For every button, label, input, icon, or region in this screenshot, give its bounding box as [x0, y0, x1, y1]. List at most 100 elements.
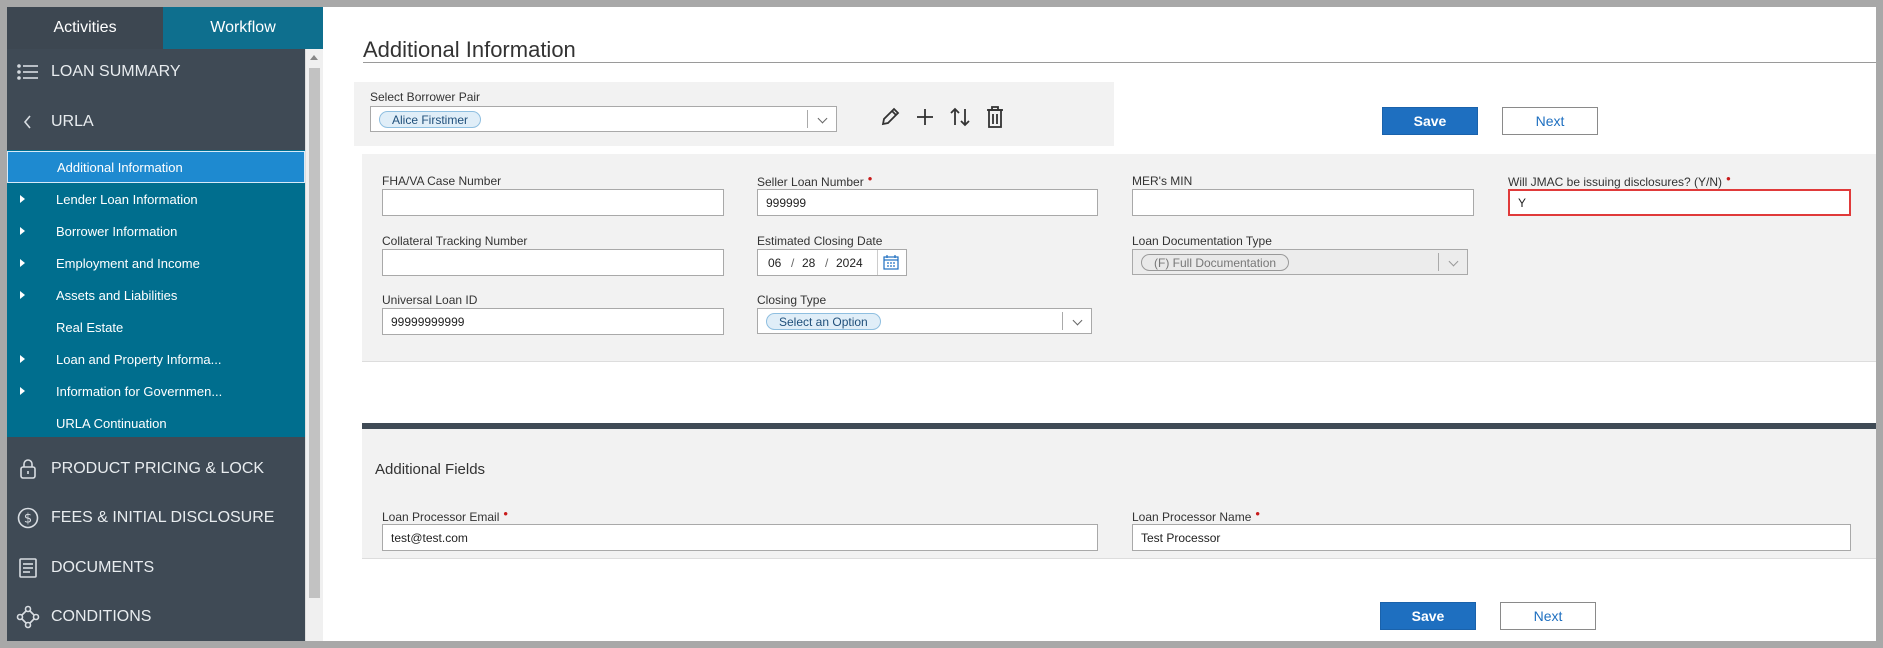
processor-name-input[interactable]: Test Processor [1132, 524, 1851, 551]
sidebar: Activities Workflow LOAN SUMMARY URLA Ad… [7, 7, 323, 641]
sidebar-item-label: Additional Information [57, 159, 183, 175]
chevron-down-icon [817, 113, 828, 124]
select-divider [807, 110, 808, 128]
doc-type-label: Loan Documentation Type [1132, 234, 1272, 248]
sidebar-section-label: LOAN SUMMARY [51, 63, 181, 80]
sidebar-item-loan-and-property-information[interactable]: Loan and Property Informa... [7, 343, 305, 375]
fha-case-label: FHA/VA Case Number [382, 174, 502, 188]
tab-workflow[interactable]: Workflow [163, 7, 323, 49]
sidebar-section-loan-summary[interactable]: LOAN SUMMARY [7, 57, 305, 87]
sidebar-item-label: Borrower Information [56, 223, 178, 239]
caret-right-icon [20, 291, 25, 299]
next-button-bottom[interactable]: Next [1500, 602, 1596, 630]
jmac-disclosures-label: Will JMAC be issuing disclosures? (Y/N) • [1508, 171, 1731, 189]
date-year[interactable]: 2024 [836, 256, 863, 270]
closing-date-input[interactable]: 06 / 28 / 2024 [757, 249, 907, 276]
caret-right-icon [20, 227, 25, 235]
collateral-label: Collateral Tracking Number [382, 234, 528, 248]
sidebar-item-borrower-information[interactable]: Borrower Information [7, 215, 305, 247]
caret-right-icon [20, 195, 25, 203]
sort-arrows-icon[interactable] [947, 104, 973, 130]
closing-type-chip: Select an Option [766, 313, 881, 330]
sidebar-section-conditions[interactable]: CONDITIONS [7, 602, 305, 632]
sidebar-scrollbar[interactable] [305, 49, 323, 641]
page-title: Additional Information [363, 37, 576, 62]
loan-info-form: FHA/VA Case Number Seller Loan Number • 9… [362, 154, 1876, 362]
caret-right-icon [20, 355, 25, 363]
select-divider [1062, 312, 1063, 330]
additional-fields-title: Additional Fields [375, 461, 486, 478]
sidebar-item-label: Lender Loan Information [56, 191, 198, 207]
seller-loan-label: Seller Loan Number • [757, 171, 873, 189]
closing-type-select[interactable]: Select an Option [757, 308, 1092, 334]
date-divider [877, 250, 878, 275]
borrower-pair-chip: Alice Firstimer [379, 111, 482, 128]
borrower-pair-label: Select Borrower Pair [370, 90, 481, 104]
scroll-up-arrow-icon[interactable] [310, 55, 318, 60]
sidebar-section-fees[interactable]: $ FEES & INITIAL DISCLOSURE [7, 503, 305, 533]
sidebar-section-label: DOCUMENTS [51, 559, 155, 576]
caret-right-icon [20, 387, 25, 395]
sidebar-section-label: CONDITIONS [51, 608, 152, 625]
tab-activities[interactable]: Activities [7, 7, 163, 49]
seller-loan-input[interactable]: 999999 [757, 189, 1098, 216]
save-button-top[interactable]: Save [1382, 107, 1478, 135]
delete-trash-icon[interactable] [982, 104, 1008, 130]
sidebar-item-label: Loan and Property Informa... [56, 351, 222, 367]
document-icon [15, 555, 41, 581]
sidebar-item-additional-information[interactable]: Additional Information [7, 151, 305, 183]
sidebar-item-real-estate[interactable]: Real Estate [7, 311, 305, 343]
save-button-bottom[interactable]: Save [1380, 602, 1476, 630]
calendar-icon[interactable] [883, 255, 899, 273]
title-divider [363, 62, 1876, 63]
sidebar-item-label: Information for Governmen... [56, 383, 223, 399]
fha-case-input[interactable] [382, 189, 724, 216]
uli-input[interactable]: 99999999999 [382, 308, 724, 335]
date-month[interactable]: 06 [768, 256, 781, 270]
caret-right-icon [20, 259, 25, 267]
dollar-icon: $ [15, 505, 41, 531]
jmac-disclosures-input[interactable]: Y [1508, 189, 1851, 216]
date-separator: / [825, 256, 829, 270]
sidebar-item-label: Employment and Income [56, 255, 200, 271]
sidebar-item-employment-and-income[interactable]: Employment and Income [7, 247, 305, 279]
doc-type-chip: (F) Full Documentation [1141, 254, 1290, 271]
additional-fields-panel: Additional Fields Loan Processor Email • … [362, 429, 1876, 559]
main-content: Additional Information Select Borrower P… [323, 7, 1876, 641]
conditions-icon [15, 604, 41, 630]
mers-min-input[interactable] [1132, 189, 1474, 216]
processor-email-input[interactable]: test@test.com [382, 524, 1098, 551]
select-divider [1438, 253, 1439, 271]
borrower-pair-select[interactable]: Alice Firstimer [370, 106, 837, 132]
app-window: Activities Workflow LOAN SUMMARY URLA Ad… [7, 7, 1876, 641]
chevron-left-icon [15, 109, 41, 135]
sidebar-item-label: Assets and Liabilities [56, 287, 178, 303]
sidebar-section-urla[interactable]: URLA [7, 107, 305, 137]
sidebar-item-urla-continuation[interactable]: URLA Continuation [7, 407, 305, 439]
next-button-top[interactable]: Next [1502, 107, 1598, 135]
svg-text:$: $ [24, 512, 32, 527]
sidebar-section-product-pricing[interactable]: PRODUCT PRICING & LOCK [7, 454, 305, 484]
closing-date-label: Estimated Closing Date [757, 234, 883, 248]
sidebar-item-assets-and-liabilities[interactable]: Assets and Liabilities [7, 279, 305, 311]
sidebar-item-information-for-government[interactable]: Information for Governmen... [7, 375, 305, 407]
collateral-input[interactable] [382, 249, 724, 276]
lock-icon [15, 456, 41, 482]
add-plus-icon[interactable] [912, 104, 938, 130]
sidebar-item-label: URLA Continuation [56, 415, 167, 431]
closing-type-label: Closing Type [757, 293, 827, 307]
chevron-down-icon [1072, 315, 1083, 326]
scroll-thumb[interactable] [309, 68, 320, 598]
date-day[interactable]: 28 [802, 256, 815, 270]
edit-pencil-icon[interactable] [877, 104, 903, 130]
chevron-down-icon [1448, 256, 1459, 267]
processor-name-label: Loan Processor Name • [1132, 506, 1260, 524]
seller-loan-label-text: Seller Loan Number [757, 175, 864, 189]
doc-type-select: (F) Full Documentation [1132, 249, 1468, 275]
processor-email-label-text: Loan Processor Email [382, 510, 500, 524]
sidebar-section-label: FEES & INITIAL DISCLOSURE [51, 509, 275, 526]
sidebar-section-documents[interactable]: DOCUMENTS [7, 553, 305, 583]
required-indicator: • [867, 171, 873, 186]
sidebar-item-lender-loan-information[interactable]: Lender Loan Information [7, 183, 305, 215]
list-icon [15, 59, 41, 85]
